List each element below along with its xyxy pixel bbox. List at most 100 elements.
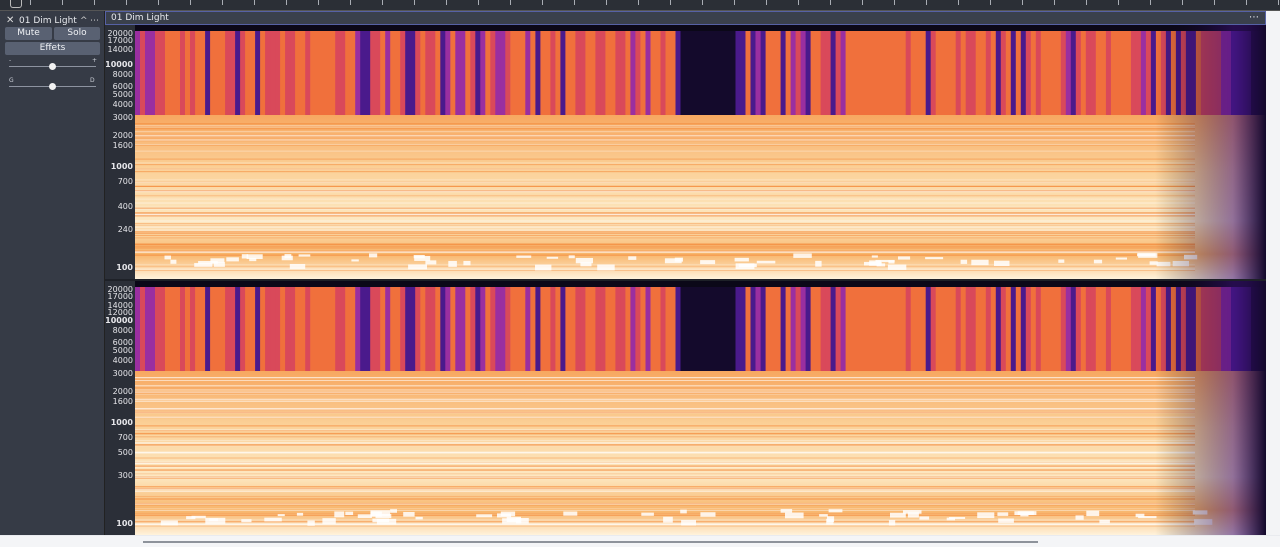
ruler-tick xyxy=(1054,0,1055,5)
harmonic-line xyxy=(135,215,1195,217)
bass-burst xyxy=(819,514,828,517)
track-name[interactable]: 01 Dim Light xyxy=(19,15,77,27)
spectrogram-column xyxy=(980,31,987,115)
more-icon[interactable]: ⋯ xyxy=(1249,12,1259,23)
spectrogram-column xyxy=(330,287,336,371)
spectrogram-column xyxy=(180,31,186,115)
bass-burst xyxy=(871,255,878,258)
spectrogram-panel[interactable]: 01 Dim Light ⋯ 20000 17000 14000 10000 8000 6… xyxy=(105,11,1266,535)
harmonic-line xyxy=(135,123,1195,125)
effects-button[interactable]: Effets xyxy=(5,42,100,55)
harmonic-line xyxy=(135,385,1195,387)
spectrogram-column xyxy=(885,31,892,115)
spectrogram-column xyxy=(405,287,411,371)
spectrogram-column xyxy=(150,31,156,115)
more-icon[interactable]: ⋯ xyxy=(90,15,99,27)
frequency-tick-label: 240 xyxy=(117,224,133,234)
spectrogram-column xyxy=(905,31,912,115)
spectrogram-column xyxy=(400,31,406,115)
timeline-ruler[interactable] xyxy=(0,0,1280,11)
spectrogram-column xyxy=(855,31,862,115)
spectrogram-column xyxy=(795,31,802,115)
spectrogram-column xyxy=(245,31,251,115)
close-icon[interactable]: ✕ xyxy=(6,15,14,27)
track-header: ✕ 01 Dim Light ^ ⋯ Mute Solo Effets - + … xyxy=(0,11,105,535)
cursor-icon[interactable] xyxy=(10,0,22,8)
harmonic-line xyxy=(135,473,1195,475)
spectrogram-channel-2[interactable] xyxy=(135,281,1266,535)
solo-button[interactable]: Solo xyxy=(54,27,100,40)
spectrogram-column xyxy=(785,287,792,371)
harmonic-line xyxy=(135,451,1195,453)
harmonic-line xyxy=(135,168,1195,170)
spectrogram-column xyxy=(420,287,426,371)
bass-burst xyxy=(946,517,955,521)
spectrogram-column xyxy=(1050,31,1057,115)
spectrogram-column xyxy=(1130,287,1137,371)
harmonic-line xyxy=(135,444,1195,446)
harmonic-line xyxy=(135,387,1195,389)
bass-burst xyxy=(907,512,919,518)
ruler-tick xyxy=(62,0,63,5)
harmonic-line xyxy=(135,510,1195,511)
spectrogram-column xyxy=(625,31,631,115)
bass-burst xyxy=(463,260,471,266)
spectrogram-column xyxy=(825,31,832,115)
spectrogram-column xyxy=(605,287,611,371)
frequency-tick-label: 1600 xyxy=(112,396,133,406)
spectrogram-column xyxy=(470,287,476,371)
bass-burst xyxy=(1086,510,1100,517)
spectrogram-channel-1[interactable] xyxy=(135,25,1266,279)
spectrogram-column xyxy=(765,287,772,371)
ruler-tick xyxy=(222,0,223,5)
spectrogram-column xyxy=(955,287,962,371)
spectrogram-column xyxy=(755,31,762,115)
spectrogram-column xyxy=(835,287,842,371)
spectrogram-column xyxy=(910,31,917,115)
harmonic-line xyxy=(135,198,1195,200)
harmonic-line xyxy=(135,237,1195,239)
spectrogram-column xyxy=(695,31,702,115)
spectrogram-column xyxy=(750,31,757,115)
ruler-tick xyxy=(254,0,255,5)
spectrogram-column xyxy=(210,31,216,115)
spectrogram-column xyxy=(550,31,556,115)
spectrogram-column xyxy=(325,31,331,115)
mute-button[interactable]: Mute xyxy=(5,27,52,40)
harmonic-line xyxy=(135,164,1195,166)
frequency-tick-label: 700 xyxy=(117,433,133,443)
spectrogram-column xyxy=(380,31,386,115)
spectrogram-column xyxy=(645,287,652,371)
horizontal-scrollbar-thumb[interactable] xyxy=(143,541,1038,543)
ruler-tick xyxy=(1182,0,1183,5)
spectrogram-column xyxy=(710,287,717,371)
spectrogram-column xyxy=(550,287,556,371)
spectrogram-column xyxy=(415,287,421,371)
harmonic-line xyxy=(135,127,1195,129)
clip-title-bar[interactable]: 01 Dim Light ⋯ xyxy=(105,11,1266,25)
spectrogram-column xyxy=(490,287,496,371)
frequency-tick-label: 100 xyxy=(116,519,133,529)
harmonic-line xyxy=(135,179,1195,181)
spectrogram-column xyxy=(935,287,942,371)
spectrogram-column xyxy=(565,287,571,371)
spectrogram-column xyxy=(1065,287,1072,371)
spectrogram-column xyxy=(185,287,191,371)
ruler-tick xyxy=(830,0,831,5)
spectrogram-column xyxy=(525,31,531,115)
spectrogram-column xyxy=(335,31,341,115)
spectrogram-column xyxy=(135,31,141,115)
chevron-up-icon[interactable]: ^ xyxy=(80,15,88,27)
harmonic-line xyxy=(135,138,1195,140)
frequency-tick-label: 8000 xyxy=(112,69,133,79)
frequency-tick-label: 2000 xyxy=(112,386,133,396)
spectrogram-column xyxy=(965,287,972,371)
spectrogram-column xyxy=(155,287,161,371)
pan-slider-thumb[interactable] xyxy=(49,83,56,90)
bass-burst xyxy=(1020,514,1029,517)
spectrogram-column xyxy=(735,31,742,115)
harmonic-line xyxy=(135,221,1195,222)
volume-slider-thumb[interactable] xyxy=(49,63,56,70)
spectrogram-column xyxy=(200,287,206,371)
spectrogram-column xyxy=(350,287,356,371)
